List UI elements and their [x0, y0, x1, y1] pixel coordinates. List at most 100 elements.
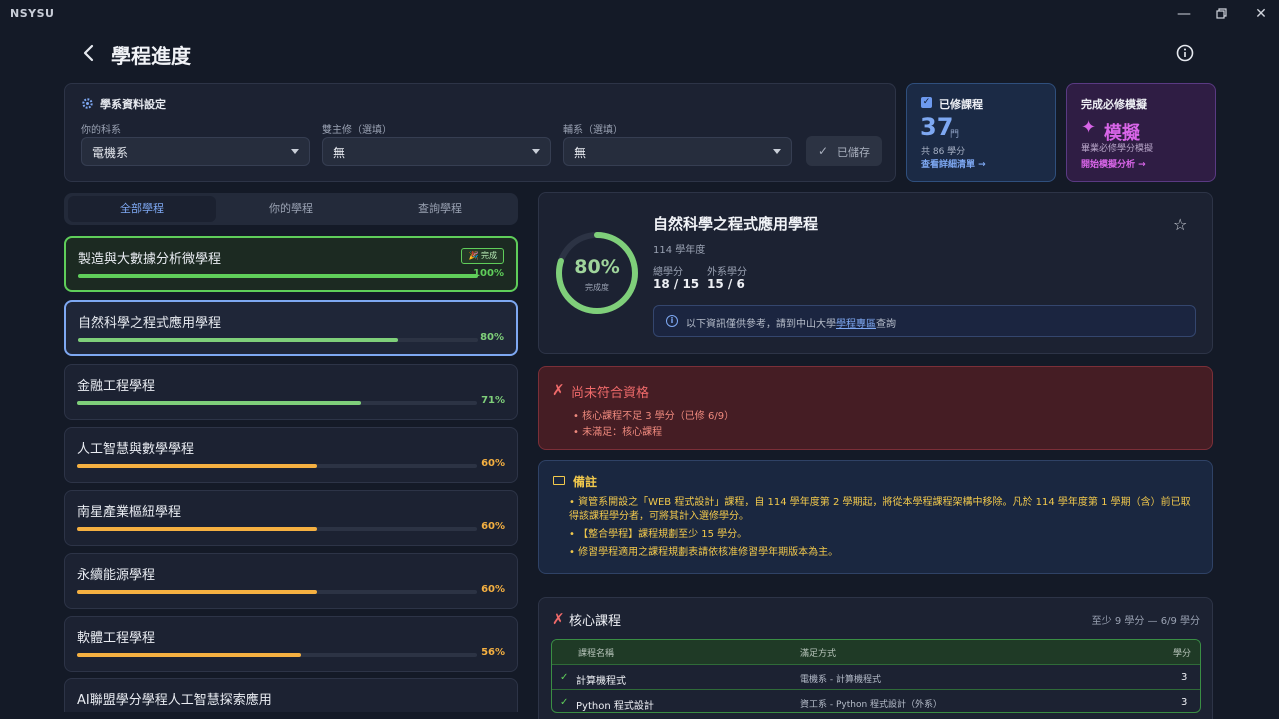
program-card[interactable]: AI聯盟學分學程人工智慧探索應用: [64, 678, 518, 712]
info-note: i 以下資訊僅供參考，請到中山大學學程專區查詢: [653, 305, 1196, 337]
cross-icon: ✗: [552, 610, 565, 628]
progress-bar: [77, 653, 477, 657]
program-card[interactable]: 金融工程學程 71%: [64, 364, 518, 420]
warning-title: 尚未符合資格: [571, 386, 650, 401]
program-card[interactable]: 製造與大數據分析微學程 🎉 完成 100%: [64, 236, 518, 292]
minor-value: 無: [574, 146, 587, 160]
completed-courses-count: 37: [920, 113, 954, 141]
back-arrow-icon[interactable]: [78, 42, 100, 64]
tab-all-programs[interactable]: 全部學程: [68, 196, 216, 222]
core-courses-title: 核心課程: [569, 614, 622, 629]
remarks-title: 備註: [573, 475, 598, 489]
progress-bar: [77, 527, 477, 531]
close-icon[interactable]: ✕: [1250, 4, 1272, 24]
progress-percent: 71%: [481, 395, 505, 406]
info-icon[interactable]: [1176, 44, 1194, 62]
core-courses-table: 課程名稱 滿足方式 學分 ✓ 計算機程式 電機系 - 計算機程式 3 ✓ Pyt…: [551, 639, 1201, 713]
progress-bar-fill: [78, 338, 398, 342]
progress-bar: [77, 464, 477, 468]
checkbox-icon: ✓: [921, 97, 932, 108]
chevron-down-icon: [773, 149, 781, 154]
gear-icon: [82, 98, 93, 109]
total-credits-value: 18 / 15: [653, 277, 700, 291]
double-major-value: 無: [333, 146, 346, 160]
progress-percent: 60%: [481, 584, 505, 595]
program-card[interactable]: 軟體工程學程 56%: [64, 616, 518, 672]
program-name: 軟體工程學程: [77, 631, 156, 646]
view-details-link[interactable]: 查看詳細清單 →: [921, 157, 986, 170]
program-name: AI聯盟學分學程人工智慧探索應用: [77, 693, 272, 708]
remark-item: • 資管系開設之「WEB 程式設計」課程，自 114 學年度第 2 學期起，將從…: [569, 497, 1191, 522]
progress-percent: 60%: [481, 521, 505, 532]
program-tabs: 全部學程 你的學程 查詢學程: [64, 193, 518, 225]
progress-bar: [78, 274, 478, 278]
remarks-panel: 備註 • 資管系開設之「WEB 程式設計」課程，自 114 學年度第 2 學期起…: [538, 460, 1213, 574]
double-major-select[interactable]: 無: [322, 137, 551, 166]
table-row[interactable]: ✓ 計算機程式 電機系 - 計算機程式 3: [552, 664, 1200, 689]
program-zone-link[interactable]: 學程專區: [836, 319, 876, 330]
minimize-icon[interactable]: —: [1173, 4, 1195, 24]
remark-item: • 【整合學程】課程規劃至少 15 學分。: [569, 529, 748, 540]
program-name: 南星產業樞紐學程: [77, 505, 182, 520]
department-value: 電機系: [92, 146, 129, 160]
department-select[interactable]: 電機系: [81, 137, 310, 166]
progress-percent: 56%: [481, 647, 505, 658]
core-requirement: 至少 9 學分 — 6/9 學分: [1091, 616, 1200, 627]
program-title: 自然科學之程式應用學程: [653, 215, 819, 233]
table-row[interactable]: ✓ Python 程式設計 資工系 - Python 程式設計（外系） 3: [552, 689, 1200, 712]
course-via: 資工系 - Python 程式設計（外系）: [800, 700, 943, 710]
cross-icon: ✗: [552, 381, 565, 399]
completed-credits: 共 86 學分: [921, 147, 966, 157]
progress-percent: 60%: [481, 458, 505, 469]
program-card[interactable]: 自然科學之程式應用學程 80%: [64, 300, 518, 356]
chevron-down-icon: [532, 149, 540, 154]
department-label: 你的科系: [81, 125, 121, 136]
start-simulation-link[interactable]: 開始模擬分析 →: [1081, 157, 1146, 170]
department-settings-panel: 學系資料設定 你的科系 電機系 雙主修（選填） 無 輔系（選填） 無 ✓ 已儲存: [64, 83, 896, 182]
star-icon[interactable]: ☆: [1173, 215, 1187, 234]
progress-bar: [77, 401, 477, 405]
table-header: 課程名稱 滿足方式 學分: [552, 640, 1200, 664]
completed-courses-card[interactable]: ✓ 已修課程 37 門 共 86 學分 查看詳細清單 →: [906, 83, 1056, 182]
progress-bar-fill: [77, 653, 301, 657]
progress-bar: [77, 590, 477, 594]
program-name: 人工智慧與數學學程: [77, 442, 195, 457]
eligibility-warning: ✗ 尚未符合資格 • 核心課程不足 3 學分（已修 6/9） • 未滿足：核心課…: [538, 366, 1213, 450]
check-icon: ✓: [560, 672, 569, 683]
progress-bar-fill: [77, 590, 317, 594]
info-icon: i: [666, 315, 678, 327]
progress-bar-fill: [77, 401, 361, 405]
folder-icon: [553, 476, 565, 485]
simulation-title: 完成必修模擬: [1081, 98, 1147, 111]
program-detail-panel: 80% 完成度 自然科學之程式應用學程 114 學年度 總學分 18 / 15 …: [538, 192, 1213, 354]
core-courses-panel: ✗ 核心課程 至少 9 學分 — 6/9 學分 課程名稱 滿足方式 學分 ✓ 計…: [538, 597, 1213, 719]
program-name: 金融工程學程: [77, 379, 156, 394]
restore-icon[interactable]: [1211, 4, 1233, 24]
title-bar: NSYSU — ✕: [0, 0, 1279, 28]
tab-your-programs[interactable]: 你的學程: [217, 196, 365, 222]
external-credits-value: 15 / 6: [707, 277, 745, 291]
program-card[interactable]: 人工智慧與數學學程 60%: [64, 427, 518, 483]
program-card[interactable]: 永續能源學程 60%: [64, 553, 518, 609]
sparkle-icon: ✦: [1081, 117, 1097, 138]
complete-badge: 🎉 完成: [461, 248, 504, 264]
save-button[interactable]: ✓ 已儲存: [806, 136, 882, 166]
academic-year: 114 學年度: [653, 245, 706, 256]
warning-item: • 未滿足：核心課程: [573, 427, 663, 438]
course-credits: 3: [1181, 697, 1188, 708]
progress-bar-fill: [77, 527, 317, 531]
minor-select[interactable]: 無: [563, 137, 792, 166]
progress-percent: 80%: [480, 332, 504, 343]
remark-item: • 修習學程適用之課程規劃表請依核准修習學年期版本為主。: [569, 547, 839, 558]
tab-search-programs[interactable]: 查詢學程: [366, 196, 514, 222]
progress-percent: 80%: [574, 256, 620, 278]
completed-courses-title: 已修課程: [939, 98, 983, 111]
program-name: 製造與大數據分析微學程: [78, 252, 222, 267]
column-header: 課程名稱: [578, 649, 615, 659]
simulation-card[interactable]: 完成必修模擬 ✦ 模擬 畢業必修學分模擬 開始模擬分析 →: [1066, 83, 1216, 182]
warning-item: • 核心課程不足 3 學分（已修 6/9）: [573, 411, 735, 422]
program-card[interactable]: 南星產業樞紐學程 60%: [64, 490, 518, 546]
course-credits: 3: [1181, 672, 1188, 683]
simulation-subtitle: 畢業必修學分模擬: [1081, 144, 1154, 154]
checkmark-icon: ✓: [818, 144, 829, 158]
